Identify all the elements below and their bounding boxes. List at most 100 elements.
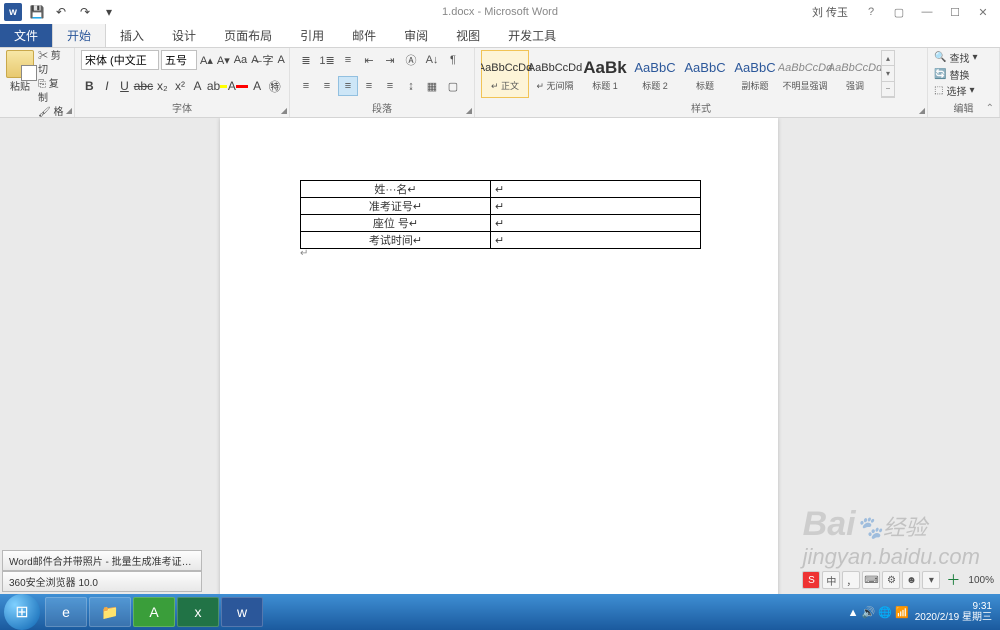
- subscript-button[interactable]: x₂: [154, 76, 171, 96]
- ime-emo-icon[interactable]: ☻: [902, 571, 920, 589]
- tab-review[interactable]: 审阅: [390, 23, 442, 47]
- tab-mailings[interactable]: 邮件: [338, 23, 390, 47]
- tab-home[interactable]: 开始: [52, 23, 106, 47]
- select-button[interactable]: ⬚ 选择 ▾: [934, 83, 993, 98]
- text-effects-icon[interactable]: A: [189, 76, 206, 96]
- tab-developer[interactable]: 开发工具: [494, 23, 570, 47]
- phonetic-icon[interactable]: 字: [262, 50, 275, 70]
- task-explorer[interactable]: 📁: [89, 597, 131, 627]
- collapse-ribbon-icon[interactable]: ⌃: [986, 103, 994, 114]
- highlight-icon[interactable]: ab: [207, 76, 227, 96]
- browser-tab-1[interactable]: Word邮件合并带照片 - 批量生成准考证_Word联盟 -: [2, 550, 202, 571]
- decrease-indent-icon[interactable]: ⇤: [359, 50, 379, 70]
- tab-file[interactable]: 文件: [0, 23, 52, 47]
- tab-insert[interactable]: 插入: [106, 23, 158, 47]
- help-icon[interactable]: ?: [858, 2, 884, 22]
- paragraph-dialog-icon[interactable]: ◢: [466, 106, 472, 115]
- undo-icon[interactable]: ↶: [50, 1, 72, 23]
- ime-kb-icon[interactable]: ⌨: [862, 571, 880, 589]
- styles-scroll[interactable]: ▴▾⎯: [881, 50, 895, 98]
- italic-button[interactable]: I: [99, 76, 116, 96]
- task-app1[interactable]: A: [133, 597, 175, 627]
- font-size-input[interactable]: [161, 50, 197, 70]
- minimize-icon[interactable]: —: [914, 2, 940, 22]
- justify-icon[interactable]: ≡: [359, 76, 379, 96]
- style-item-4[interactable]: AaBbC标题: [681, 50, 729, 98]
- table-row[interactable]: 姓···名↵↵: [301, 181, 701, 198]
- replace-button[interactable]: 🔄 替换: [934, 67, 993, 82]
- shrink-font-icon[interactable]: A▾: [216, 50, 231, 70]
- browser-tab-2[interactable]: 360安全浏览器 10.0: [2, 571, 202, 592]
- word-app-icon[interactable]: w: [2, 1, 24, 23]
- align-center-icon[interactable]: ≡: [317, 76, 337, 96]
- table-row[interactable]: 考试时间↵↵: [301, 232, 701, 249]
- font-name-input[interactable]: [81, 50, 159, 70]
- table-row[interactable]: 座位 号↵↵: [301, 215, 701, 232]
- tray-clock[interactable]: 9:31 2020/2/19 星期三: [915, 601, 992, 623]
- start-button[interactable]: ⊞: [4, 594, 40, 630]
- bullets-icon[interactable]: ≣: [296, 50, 316, 70]
- task-excel[interactable]: x: [177, 597, 219, 627]
- font-color-icon[interactable]: A: [228, 76, 248, 96]
- sort-icon[interactable]: A↓: [422, 50, 442, 70]
- ime-opt-icon[interactable]: ⚙: [882, 571, 900, 589]
- grow-font-icon[interactable]: A▴: [199, 50, 214, 70]
- align-left-icon[interactable]: ≡: [296, 76, 316, 96]
- char-border-icon[interactable]: A: [277, 50, 286, 70]
- cut-button[interactable]: ✂ 剪切: [38, 50, 68, 78]
- line-spacing-icon[interactable]: ↨: [401, 76, 421, 96]
- style-item-6[interactable]: AaBbCcDd不明显强调: [781, 50, 829, 98]
- document-area[interactable]: 姓···名↵↵准考证号↵↵座位 号↵↵考试时间↵↵ ↵: [0, 118, 1000, 594]
- tab-view[interactable]: 视图: [442, 23, 494, 47]
- page[interactable]: 姓···名↵↵准考证号↵↵座位 号↵↵考试时间↵↵ ↵: [220, 118, 778, 594]
- enclose-char-icon[interactable]: ㊕: [266, 76, 283, 96]
- style-item-7[interactable]: AaBbCcDd强调: [831, 50, 879, 98]
- close-icon[interactable]: ✕: [970, 2, 996, 22]
- copy-button[interactable]: ⎘ 复制: [38, 78, 68, 106]
- numbering-icon[interactable]: 1≣: [317, 50, 337, 70]
- underline-button[interactable]: U: [116, 76, 133, 96]
- asian-layout-icon[interactable]: Ⓐ: [401, 50, 421, 70]
- table-row[interactable]: 准考证号↵↵: [301, 198, 701, 215]
- style-item-5[interactable]: AaBbC副标题: [731, 50, 779, 98]
- bold-button[interactable]: B: [81, 76, 98, 96]
- zoom-add-icon[interactable]: ＋: [946, 570, 960, 590]
- ime-punct-icon[interactable]: ，: [842, 571, 860, 589]
- maximize-icon[interactable]: ☐: [942, 2, 968, 22]
- ribbon-options-icon[interactable]: ▢: [886, 2, 912, 22]
- multilevel-icon[interactable]: ≡: [338, 50, 358, 70]
- show-marks-icon[interactable]: ¶: [443, 50, 463, 70]
- find-button[interactable]: 🔍 查找 ▾: [934, 50, 993, 65]
- redo-icon[interactable]: ↷: [74, 1, 96, 23]
- font-dialog-icon[interactable]: ◢: [281, 106, 287, 115]
- increase-indent-icon[interactable]: ⇥: [380, 50, 400, 70]
- strike-button[interactable]: abc: [134, 76, 153, 96]
- align-right-icon[interactable]: ≡: [338, 76, 358, 96]
- clipboard-dialog-icon[interactable]: ◢: [66, 106, 72, 115]
- ime-cn-icon[interactable]: 中: [822, 571, 840, 589]
- task-ie[interactable]: e: [45, 597, 87, 627]
- superscript-button[interactable]: x²: [172, 76, 189, 96]
- char-shading-icon[interactable]: A: [249, 76, 266, 96]
- tray-icons[interactable]: ▲ 🔊 🌐 📶: [848, 606, 909, 619]
- distribute-icon[interactable]: ≡: [380, 76, 400, 96]
- task-word[interactable]: w: [221, 597, 263, 627]
- save-icon[interactable]: 💾: [26, 1, 48, 23]
- style-item-3[interactable]: AaBbC标题 2: [631, 50, 679, 98]
- tab-design[interactable]: 设计: [158, 23, 210, 47]
- ime-s-icon[interactable]: S: [802, 571, 820, 589]
- qat-more-icon[interactable]: ▾: [98, 1, 120, 23]
- ime-more-icon[interactable]: ▾: [922, 571, 940, 589]
- styles-dialog-icon[interactable]: ◢: [919, 106, 925, 115]
- style-item-2[interactable]: AaBk标题 1: [581, 50, 629, 98]
- style-item-0[interactable]: AaBbCcDd↵ 正文: [481, 50, 529, 98]
- style-item-1[interactable]: AaBbCcDd↵ 无间隔: [531, 50, 579, 98]
- document-table[interactable]: 姓···名↵↵准考证号↵↵座位 号↵↵考试时间↵↵: [300, 180, 701, 249]
- change-case-icon[interactable]: Aa: [233, 50, 248, 70]
- tab-layout[interactable]: 页面布局: [210, 23, 286, 47]
- zoom-level: 100%: [968, 575, 994, 586]
- shading-icon[interactable]: ▦: [422, 76, 442, 96]
- clear-format-icon[interactable]: A̶: [250, 50, 259, 70]
- tab-references[interactable]: 引用: [286, 23, 338, 47]
- borders-icon[interactable]: ▢: [443, 76, 463, 96]
